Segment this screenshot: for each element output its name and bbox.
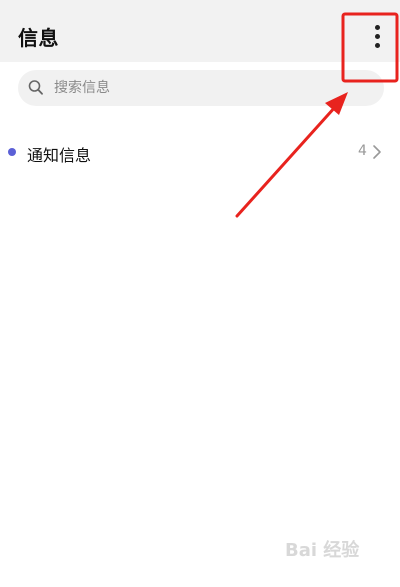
list-item-notifications[interactable]: 通知信息 4: [0, 136, 400, 168]
unread-dot: [8, 148, 16, 156]
search-icon: [28, 80, 43, 95]
chevron-right-icon: [373, 145, 381, 159]
search-bar[interactable]: [18, 70, 384, 106]
list-item-count: 4: [358, 143, 367, 159]
more-dot: [375, 34, 380, 39]
more-options-button[interactable]: [360, 16, 394, 56]
more-dot: [375, 25, 380, 30]
watermark: Bai 经验: [285, 540, 360, 561]
more-dot: [375, 43, 380, 48]
top-bar: 信息: [0, 0, 400, 62]
page-title: 信息: [18, 26, 59, 50]
search-input[interactable]: [54, 77, 354, 99]
list-item-label: 通知信息: [27, 146, 92, 165]
